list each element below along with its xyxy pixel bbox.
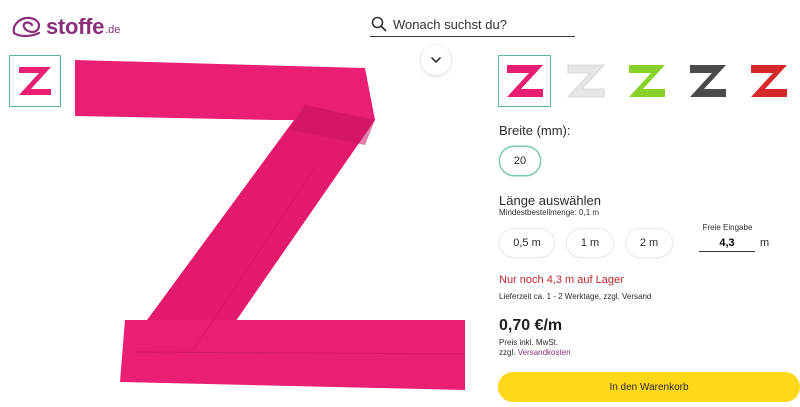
search-bar[interactable] [370,12,575,37]
add-to-cart-button[interactable]: In den Warenkorb [498,372,800,402]
zoom-button[interactable] [421,45,451,75]
width-label: Breite (mm): [499,123,571,138]
logo-text: stoffe [46,14,105,39]
vat-note: Preis inkl. MwSt. [499,338,559,347]
logo-tld: .de [105,24,121,36]
search-icon[interactable] [371,16,387,32]
swatch-white-image [566,64,605,98]
delivery-time: Lieferzeit ca. 1 - 2 Werktage, zzgl. Ver… [499,292,652,301]
product-main-image[interactable] [75,50,465,407]
swatch-pink-image [506,65,543,97]
product-photo [75,60,465,390]
swatch-white[interactable] [559,55,612,107]
length-unit: m [760,237,770,249]
length-free-input[interactable] [699,234,755,252]
product-thumbnail-image [19,67,51,95]
min-order-text: Mindestbestellmenge: 0,1 m [499,208,600,217]
free-input-label: Freie Eingabe [702,223,753,232]
search-input[interactable] [393,16,568,32]
color-swatches [498,55,795,107]
length-option-1m[interactable]: 1 m [567,229,613,257]
length-option-0-5m[interactable]: 0,5 m [500,229,554,257]
swatch-red-image [750,65,787,97]
swatch-dark-grey[interactable] [681,55,734,107]
swatch-pink[interactable] [498,55,551,107]
shipping-costs-link[interactable]: Versandkosten [518,348,571,357]
length-label: Länge auswählen [499,193,601,208]
logo[interactable]: stoffe .de [10,10,120,44]
swatch-lime[interactable] [620,55,673,107]
swatch-red[interactable] [742,55,795,107]
swatch-dark-grey-image [689,65,726,97]
length-option-2m[interactable]: 2 m [626,229,672,257]
shipping-prefix: zzgl. [499,348,516,357]
chevron-down-icon [431,57,441,63]
swatch-lime-image [628,65,665,97]
stock-warning: Nur noch 4,3 m auf Lager [499,274,624,286]
width-option-20[interactable]: 20 [500,147,540,175]
price: 0,70 €/m [499,317,563,334]
logo-icon [12,16,41,38]
gallery-thumbnail[interactable] [9,55,61,107]
shipping-note: zzgl. Versandkosten [499,348,571,357]
